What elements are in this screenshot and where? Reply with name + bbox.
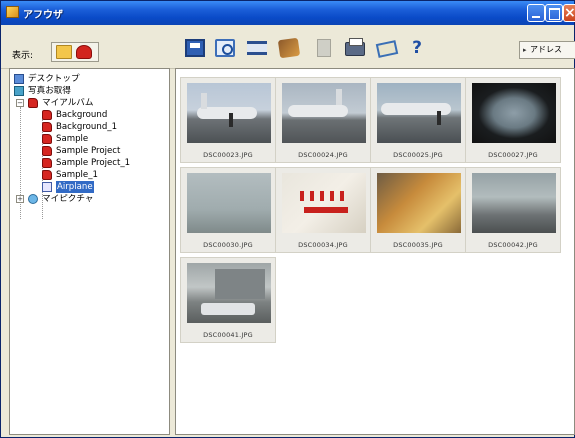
photo-thumbnail[interactable]: DSC00027.JPG xyxy=(465,77,561,163)
airplane-photo xyxy=(187,83,271,143)
window-photo xyxy=(472,83,556,143)
app-icon xyxy=(6,6,19,18)
tree-item-my-pictures[interactable]: + マイピクチャ xyxy=(16,193,166,205)
pictures-icon xyxy=(28,194,38,204)
photo-thumbnail[interactable]: DSC00025.JPG xyxy=(370,77,466,163)
car-shape xyxy=(201,303,255,315)
maximize-button[interactable] xyxy=(545,4,563,22)
tree-item-sample[interactable]: Sample xyxy=(42,133,162,145)
tree-item-label: Airplane xyxy=(56,181,94,193)
album-icon xyxy=(42,158,52,168)
airplane-photo xyxy=(282,83,366,143)
thumbnail-grid: DSC00023.JPG DSC00024.JPG DSC00025.JPG D… xyxy=(175,68,575,435)
dropdown-arrow-icon: ▸ xyxy=(523,46,527,54)
album-icon xyxy=(42,122,52,132)
fog-photo xyxy=(187,173,271,233)
tree-item-my-album[interactable]: − マイアルバム xyxy=(16,97,166,109)
minimize-button[interactable] xyxy=(527,4,545,22)
app-window: アフウザ 表示: ? ▸アドレス デスクトップ 写真お取得 − マイアルバム xyxy=(0,0,575,438)
tree-item-background-1[interactable]: Background_1 xyxy=(42,121,162,133)
album-icon xyxy=(42,134,52,144)
photos-icon xyxy=(14,86,24,96)
tree-item-label: マイアルバム xyxy=(42,98,94,108)
photo-thumbnail[interactable]: DSC00035.JPG xyxy=(370,167,466,253)
tree-item-airplane[interactable]: Airplane xyxy=(42,181,162,193)
album-icon xyxy=(42,110,52,120)
car-photo xyxy=(187,263,271,323)
photo-thumbnail[interactable]: DSC00042.JPG xyxy=(465,167,561,253)
address-button[interactable]: ▸ アドレス xyxy=(519,41,575,59)
photo-caption: DSC00024.JPG xyxy=(298,151,348,159)
photo-thumbnail[interactable]: DSC00041.JPG xyxy=(180,257,276,343)
airplane-photo xyxy=(377,83,461,143)
person-shape xyxy=(437,111,441,125)
tree-item-background[interactable]: Background xyxy=(42,109,162,121)
address-label: アドレス xyxy=(530,45,562,54)
photo-thumbnail[interactable]: DSC00023.JPG xyxy=(180,77,276,163)
tree-item-label: Background xyxy=(56,110,108,120)
frame-icon[interactable] xyxy=(247,41,267,55)
airplane-tail-shape xyxy=(201,93,207,109)
window-title: アフウザ xyxy=(23,10,63,21)
tree-item-label: Sample xyxy=(56,134,89,144)
photo-thumbnail[interactable]: DSC00034.JPG xyxy=(275,167,371,253)
photo-caption: DSC00042.JPG xyxy=(488,241,538,249)
tray-pattern xyxy=(300,191,346,201)
help-icon[interactable]: ? xyxy=(407,39,427,57)
scan-icon[interactable] xyxy=(215,39,235,57)
photo-caption: DSC00041.JPG xyxy=(203,331,253,339)
edit-icon[interactable] xyxy=(277,37,301,59)
photo-thumbnail[interactable]: DSC00030.JPG xyxy=(180,167,276,253)
food-photo xyxy=(377,173,461,233)
view-toggle xyxy=(51,42,99,62)
folder-view-icon[interactable] xyxy=(56,45,72,59)
photo-caption: DSC00034.JPG xyxy=(298,241,348,249)
photo-caption: DSC00027.JPG xyxy=(488,151,538,159)
tree-item-label: デスクトップ xyxy=(28,74,80,84)
collapse-icon[interactable]: − xyxy=(16,99,24,107)
title-bar[interactable]: アフウザ xyxy=(1,1,575,25)
tree-item-label: Sample Project xyxy=(56,146,121,156)
tree-item-label: Sample_1 xyxy=(56,170,98,180)
album-icon xyxy=(42,146,52,156)
building-shape xyxy=(215,269,265,299)
expand-icon[interactable]: + xyxy=(16,195,24,203)
album-view-icon[interactable] xyxy=(76,45,92,59)
print-icon[interactable] xyxy=(345,38,365,56)
close-button[interactable] xyxy=(563,4,575,22)
tree-item-label: 写真お取得 xyxy=(28,86,71,96)
tree-item-label: マイピクチャ xyxy=(42,194,94,204)
tree-item-desktop[interactable]: デスクトップ xyxy=(14,73,164,85)
airplane-tail-shape xyxy=(336,89,342,105)
album-icon xyxy=(42,170,52,180)
tree-item-label: Sample Project_1 xyxy=(56,158,131,168)
trash-icon[interactable] xyxy=(317,39,331,57)
wing-photo xyxy=(472,173,556,233)
photo-caption: DSC00035.JPG xyxy=(393,241,443,249)
person-shape xyxy=(229,113,233,127)
view-label: 表示: xyxy=(12,51,34,61)
album-icon xyxy=(28,98,38,108)
tree-item-label: Background_1 xyxy=(56,122,118,132)
tray-stripe xyxy=(304,207,348,213)
desktop-icon xyxy=(14,74,24,84)
photo-thumbnail[interactable]: DSC00024.JPG xyxy=(275,77,371,163)
photo-caption: DSC00025.JPG xyxy=(393,151,443,159)
photo-caption: DSC00023.JPG xyxy=(203,151,253,159)
tree-item-sample-1[interactable]: Sample_1 xyxy=(42,169,162,181)
folder-tree: デスクトップ 写真お取得 − マイアルバム Background Backgro… xyxy=(9,68,170,435)
album-icon xyxy=(42,182,52,192)
airplane-shape xyxy=(288,105,348,117)
save-icon[interactable] xyxy=(185,39,205,57)
tree-item-photos[interactable]: 写真お取得 xyxy=(14,85,164,97)
photo-caption: DSC00030.JPG xyxy=(203,241,253,249)
tree-item-sample-project-1[interactable]: Sample Project_1 xyxy=(42,157,162,169)
tray-photo xyxy=(282,173,366,233)
tree-item-sample-project[interactable]: Sample Project xyxy=(42,145,162,157)
